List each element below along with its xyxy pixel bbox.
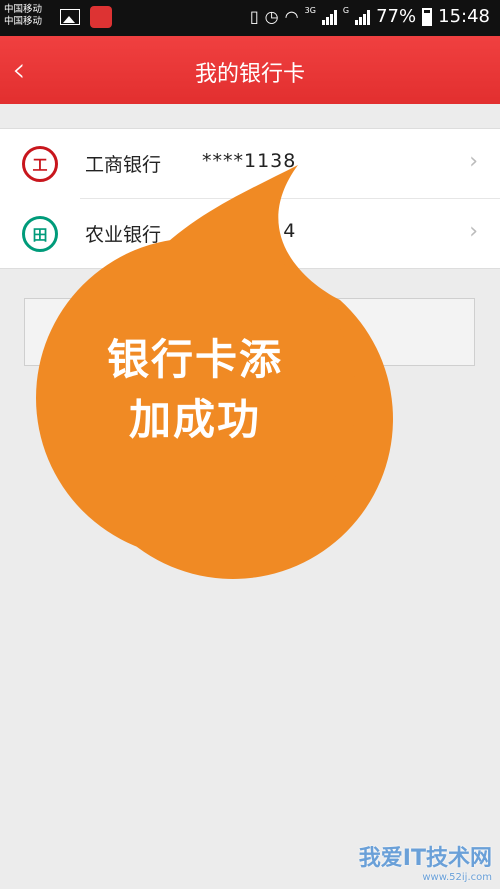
callout-line-2: 加成功 bbox=[128, 395, 261, 444]
callout-line-1: 银行卡添 bbox=[106, 335, 283, 384]
watermark-text: 我爱IT技术网 bbox=[358, 846, 492, 871]
callout-text: 银行卡添 加成功 bbox=[36, 330, 354, 450]
watermark: 我爱IT技术网 www.52ij.com bbox=[359, 840, 492, 883]
watermark-url: www.52ij.com bbox=[422, 872, 492, 883]
